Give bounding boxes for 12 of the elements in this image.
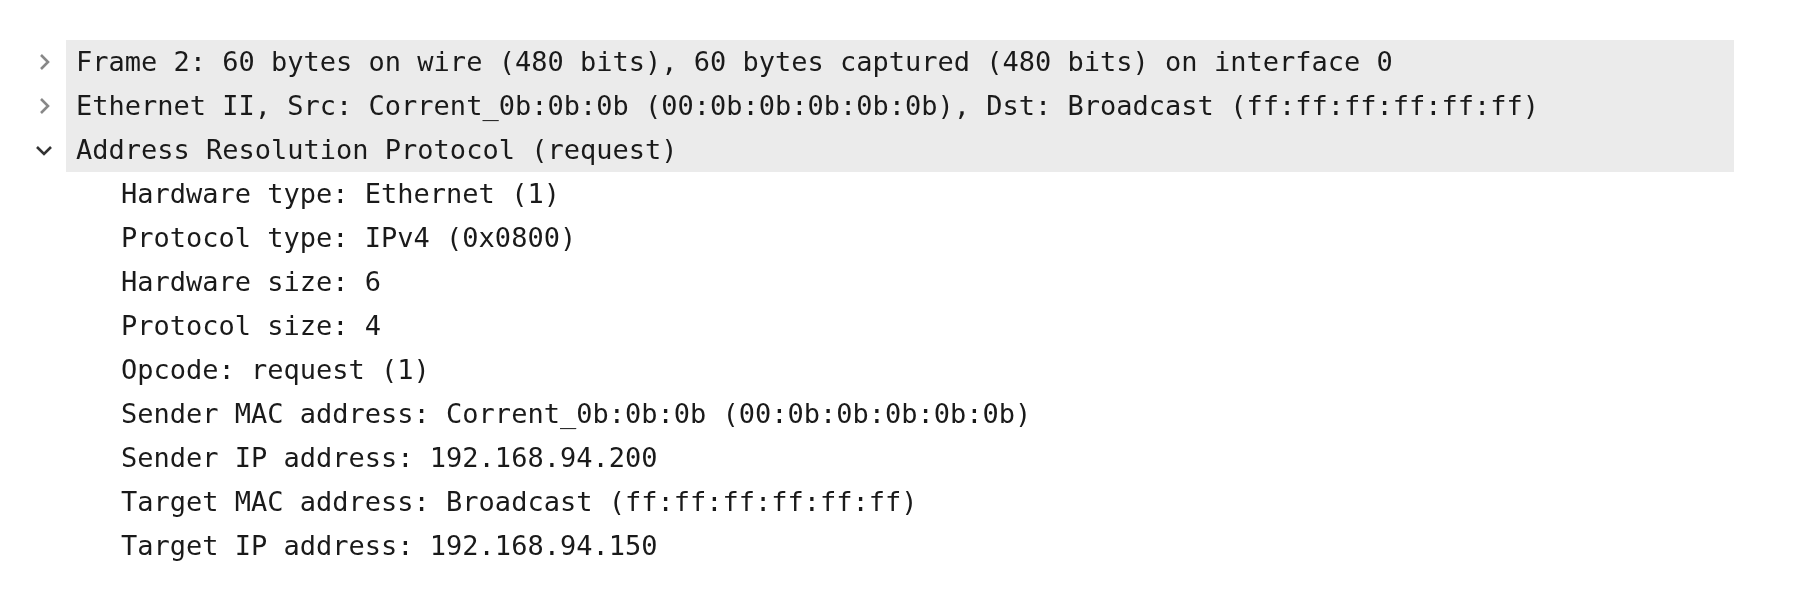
field-line[interactable]: Protocol size: 4 (121, 310, 382, 341)
field-line[interactable]: Target MAC address: Broadcast (ff:ff:ff:ff:ff:ff) (121, 486, 918, 517)
tree-item[interactable]: Frame 2: 60 bytes on wire (480 bits), 60 bytes captured (480 bits) on interface 0 (66, 40, 1734, 84)
field-line[interactable]: Hardware type: Ethernet (1) (121, 178, 560, 209)
field-line[interactable]: Hardware size: 6 (121, 266, 382, 297)
field-line[interactable]: Sender IP address: 192.168.94.200 (121, 442, 658, 473)
tree-item[interactable]: Ethernet II, Src: Corrent_0b:0b:0b (00:0b:0b:0b:0b:0b), Dst: Broadcast (ff:ff:ff:ff:ff:ff) (66, 84, 1734, 128)
tree-item[interactable]: Address Resolution Protocol (request) (66, 128, 1734, 172)
field-line[interactable]: Target IP address: 192.168.94.150 (121, 530, 658, 561)
field-line[interactable]: Sender MAC address: Corrent_0b:0b:0b (00:0b:0b:0b:0b:0b) (121, 398, 1032, 429)
field-line[interactable]: Protocol type: IPv4 (0x0800) (121, 222, 577, 253)
field-line[interactable]: Opcode: request (1) (121, 354, 430, 385)
